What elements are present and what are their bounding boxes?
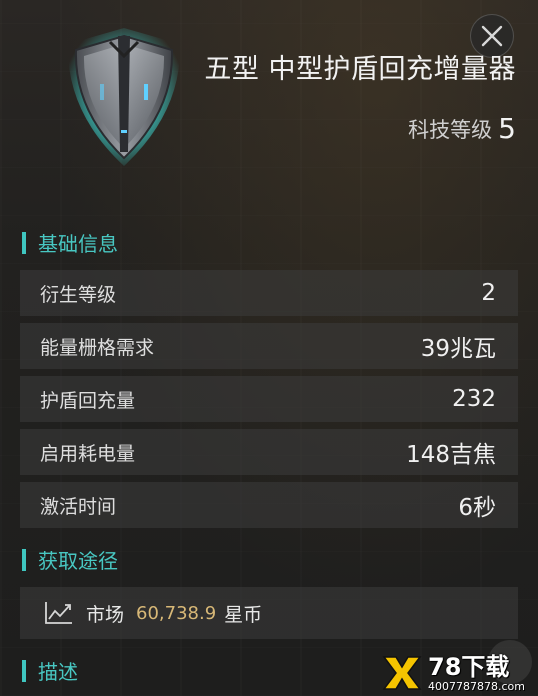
- stat-value: 232: [452, 386, 496, 412]
- close-button[interactable]: [470, 14, 514, 58]
- watermark-text: 78下载: [428, 652, 510, 681]
- tech-level-value: 5: [498, 112, 516, 145]
- market-source-row[interactable]: 市场 60,738.9 星币: [20, 587, 518, 639]
- market-chart-icon: [45, 602, 72, 624]
- stat-label: 启用耗电量: [40, 442, 136, 465]
- site-watermark: 78下载 4007787878.com: [380, 652, 536, 694]
- section-marker: [22, 548, 26, 571]
- section-description: 描述: [22, 656, 78, 685]
- watermark-logo-icon: [382, 656, 422, 690]
- stat-value: 148吉焦: [406, 442, 496, 468]
- stat-value: 2: [481, 280, 496, 306]
- stat-row: 启用耗电量 148吉焦: [20, 429, 518, 475]
- stat-value: 6秒: [458, 495, 496, 521]
- stat-label: 衍生等级: [40, 283, 117, 306]
- stat-value: 39兆瓦: [420, 336, 496, 362]
- section-title-source: 获取途径: [38, 549, 118, 573]
- shield-icon: [58, 22, 190, 170]
- section-marker: [22, 659, 26, 682]
- stat-label: 能量栅格需求: [40, 336, 155, 359]
- stat-label: 护盾回充量: [40, 389, 136, 412]
- item-title: 五型 中型护盾回充增量器: [204, 54, 516, 85]
- section-title-description: 描述: [38, 660, 78, 684]
- watermark-url: 4007787878.com: [428, 679, 525, 693]
- market-price: 60,738.9: [136, 602, 217, 624]
- close-icon: [481, 25, 503, 47]
- stat-row: 激活时间 6秒: [20, 482, 518, 528]
- tech-level-label: 科技等级: [408, 118, 493, 142]
- section-title-basic: 基础信息: [38, 232, 118, 256]
- stat-label: 激活时间: [40, 495, 117, 518]
- stat-row: 能量栅格需求 39兆瓦: [20, 323, 518, 369]
- section-basic-info: 基础信息: [22, 228, 118, 257]
- section-marker: [22, 231, 26, 254]
- stat-row: 护盾回充量 232: [20, 376, 518, 422]
- tech-level: 科技等级 5: [408, 114, 516, 144]
- market-label: 市场: [86, 603, 125, 626]
- section-source: 获取途径: [22, 545, 118, 574]
- currency-label: 星币: [224, 603, 263, 626]
- stat-row: 衍生等级 2: [20, 270, 518, 316]
